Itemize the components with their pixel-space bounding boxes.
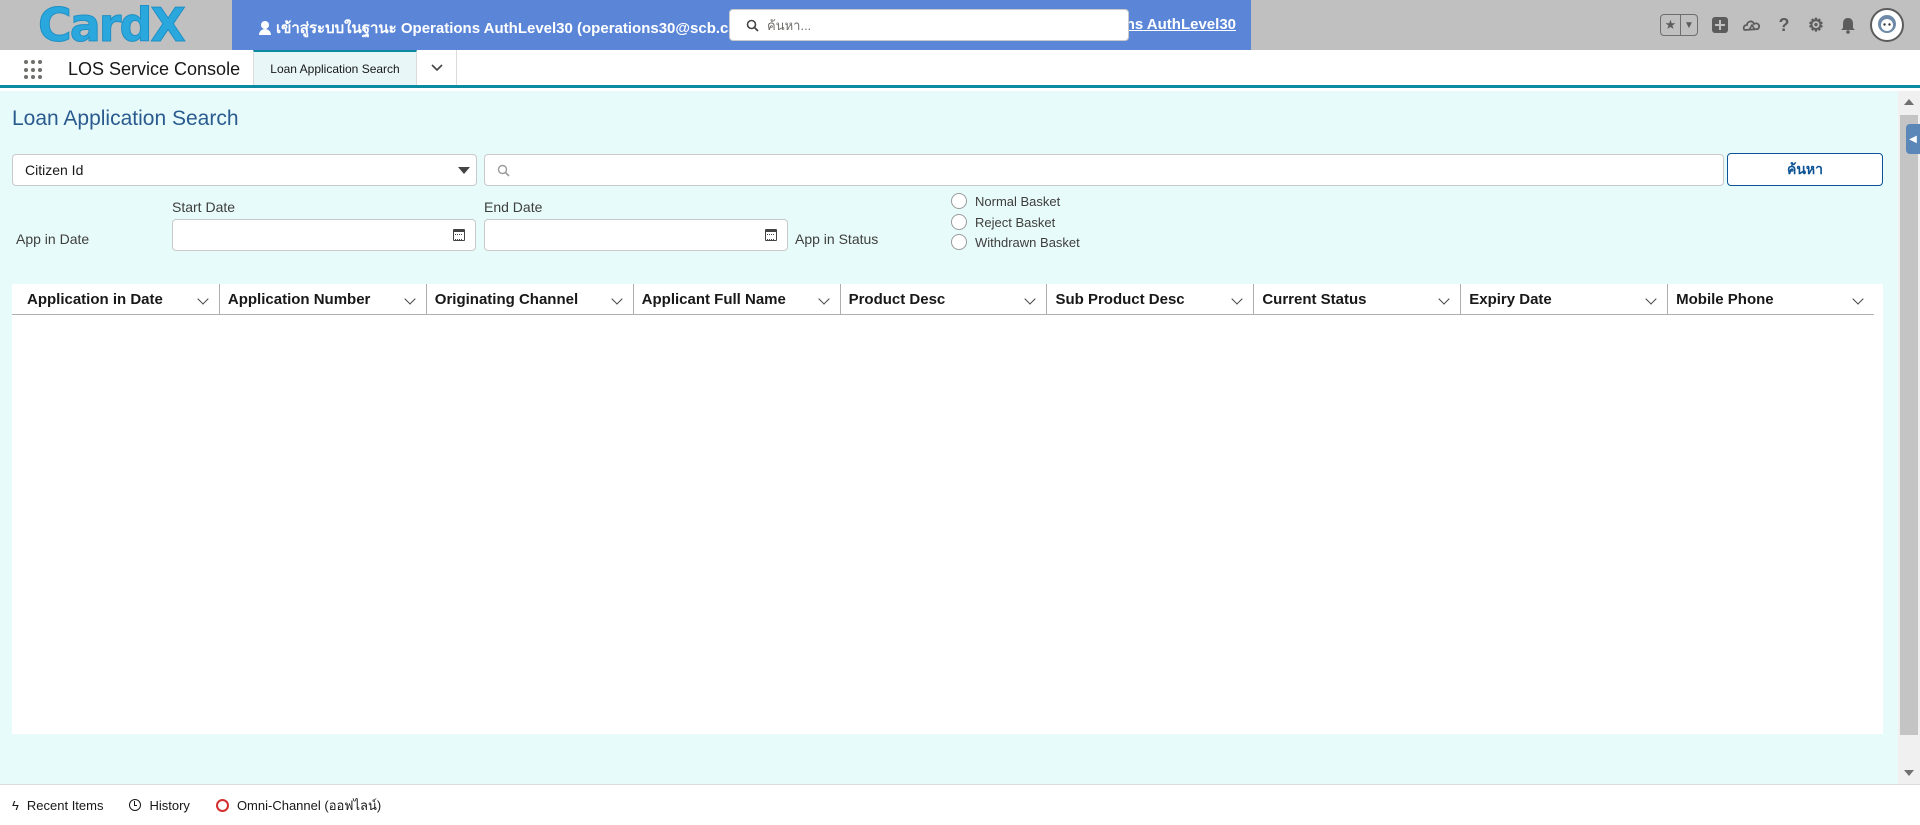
start-date-field[interactable]: [172, 219, 476, 251]
column-header-application-in-date[interactable]: Application in Date: [12, 284, 219, 315]
search-icon: [746, 19, 759, 32]
utility-label: History: [149, 797, 190, 813]
header-icons: ★ ▼ ? ⚙: [1660, 8, 1904, 42]
user-avatar[interactable]: [1870, 8, 1904, 42]
end-date-label: End Date: [484, 199, 543, 215]
chevron-down-icon[interactable]: [1645, 293, 1657, 305]
favorites-group: ★ ▼: [1660, 14, 1698, 36]
utility-omni-channel[interactable]: Omni-Channel (ออฟไลน์): [215, 795, 382, 816]
search-field-select[interactable]: Citizen Id: [12, 154, 477, 186]
column-header-product-desc[interactable]: Product Desc: [839, 284, 1047, 315]
global-search-input[interactable]: ค้นหา...: [729, 9, 1129, 41]
column-label: Originating Channel: [434, 291, 579, 308]
panel-collapse-icon[interactable]: ◀: [1906, 124, 1920, 154]
utility-label: Omni-Channel (ออฟไลน์): [236, 797, 382, 813]
user-icon: [258, 21, 272, 35]
search-field-selected: Citizen Id: [25, 162, 84, 178]
column-header-applicant-full-name[interactable]: Applicant Full Name: [632, 284, 840, 315]
select-caret-icon: [458, 167, 470, 174]
column-header-application-number[interactable]: Application Number: [218, 284, 426, 315]
column-label: Applicant Full Name: [641, 291, 786, 308]
workspace: Loan Application Search Citizen Id ค้นหา…: [0, 91, 1898, 784]
setup-gear-icon[interactable]: ⚙: [1806, 15, 1826, 35]
utility-history[interactable]: History: [129, 797, 190, 813]
banner-logout-link[interactable]: ns AuthLevel30: [1126, 16, 1236, 33]
notifications-bell-icon[interactable]: [1838, 15, 1858, 35]
logo-text: CardX: [38, 0, 187, 52]
end-date-field[interactable]: [484, 219, 788, 251]
column-header-expiry-date[interactable]: Expiry Date: [1460, 284, 1667, 315]
results-table: Application in Date Application Number O…: [12, 284, 1883, 734]
tab-loan-application-search[interactable]: Loan Application Search: [253, 50, 417, 85]
start-date-label: Start Date: [172, 199, 236, 215]
utility-recent-items[interactable]: ϟ Recent Items: [12, 798, 103, 813]
chevron-down-icon[interactable]: [1024, 293, 1037, 305]
chevron-down-icon[interactable]: [1852, 293, 1864, 305]
column-header-current-status[interactable]: Current Status: [1253, 284, 1460, 315]
vertical-scrollbar[interactable]: [1898, 91, 1920, 784]
global-header: CardX เข้าสู่ระบบในฐานะ Operations AuthL…: [0, 0, 1920, 50]
tab-menu-chevron-down-icon[interactable]: [417, 50, 457, 85]
banner-left: เข้าสู่ระบบในฐานะ Operations AuthLevel30…: [258, 16, 738, 40]
radio-label: Normal Basket: [975, 193, 1061, 209]
global-actions-plus-icon[interactable]: [1710, 15, 1730, 35]
column-label: Product Desc: [848, 291, 946, 308]
radio-circle[interactable]: [951, 234, 967, 250]
column-header-mobile-phone[interactable]: Mobile Phone: [1667, 284, 1874, 315]
search-value-input[interactable]: [510, 156, 1723, 184]
column-label: Mobile Phone: [1676, 291, 1774, 308]
cardx-logo[interactable]: CardX: [38, 0, 198, 52]
column-label: Current Status: [1262, 291, 1367, 308]
scroll-down-arrow-icon[interactable]: [1904, 770, 1914, 776]
favorites-star-icon[interactable]: ★: [1661, 15, 1681, 35]
app-launcher-icon[interactable]: [24, 60, 44, 80]
help-icon[interactable]: ?: [1774, 15, 1794, 35]
column-header-originating-channel[interactable]: Originating Channel: [425, 284, 633, 315]
global-search-placeholder: ค้นหา...: [767, 17, 812, 33]
search-value-field[interactable]: [484, 154, 1724, 186]
calendar-icon[interactable]: [765, 229, 777, 241]
scroll-thumb[interactable]: [1900, 115, 1918, 735]
column-label: Expiry Date: [1469, 291, 1552, 308]
chevron-down-icon[interactable]: [404, 293, 416, 305]
scroll-up-arrow-icon[interactable]: [1904, 99, 1914, 105]
app-in-status-label: App in Status: [795, 231, 879, 247]
utility-bar: ϟ Recent Items History Omni-Channel (ออฟ…: [0, 784, 1920, 825]
bolt-icon: ϟ: [12, 797, 19, 813]
clock-icon: [129, 799, 142, 811]
chevron-down-icon[interactable]: [1231, 293, 1244, 305]
radio-normal-basket[interactable]: Normal Basket: [951, 193, 1060, 209]
search-button[interactable]: ค้นหา: [1727, 153, 1883, 186]
radio-withdrawn-basket[interactable]: Withdrawn Basket: [951, 234, 1080, 250]
chevron-down-icon[interactable]: [197, 293, 209, 305]
utility-label: Recent Items: [26, 797, 104, 813]
table-header-row: Application in Date Application Number O…: [12, 284, 1874, 315]
column-label: Application Number: [227, 291, 371, 308]
banner-left-text: เข้าสู่ระบบในฐานะ Operations AuthLevel30…: [276, 20, 737, 37]
favorites-dropdown-icon[interactable]: ▼: [1681, 15, 1697, 35]
column-label: Sub Product Desc: [1055, 291, 1185, 308]
radio-label: Reject Basket: [975, 214, 1056, 230]
radio-reject-basket[interactable]: Reject Basket: [951, 214, 1055, 230]
column-header-sub-product-desc[interactable]: Sub Product Desc: [1046, 284, 1253, 315]
chevron-down-icon[interactable]: [817, 293, 830, 305]
page-title: Loan Application Search: [12, 107, 239, 130]
omni-status-icon: [215, 798, 229, 812]
table-body: [12, 316, 1874, 734]
calendar-icon[interactable]: [453, 229, 465, 241]
chevron-down-icon[interactable]: [1438, 293, 1450, 305]
start-date-input[interactable]: [173, 220, 430, 250]
end-date-input[interactable]: [485, 220, 742, 250]
column-label: Application in Date: [27, 291, 163, 308]
radio-circle[interactable]: [951, 214, 967, 230]
radio-label: Withdrawn Basket: [975, 234, 1080, 250]
app-navigation-bar: LOS Service Console Loan Application Sea…: [0, 50, 1920, 88]
app-name: LOS Service Console: [68, 59, 241, 79]
app-in-date-label: App in Date: [16, 231, 90, 247]
chevron-down-icon[interactable]: [611, 293, 623, 305]
search-icon: [497, 164, 510, 177]
trailhead-icon[interactable]: [1742, 15, 1762, 35]
radio-circle[interactable]: [951, 193, 967, 209]
